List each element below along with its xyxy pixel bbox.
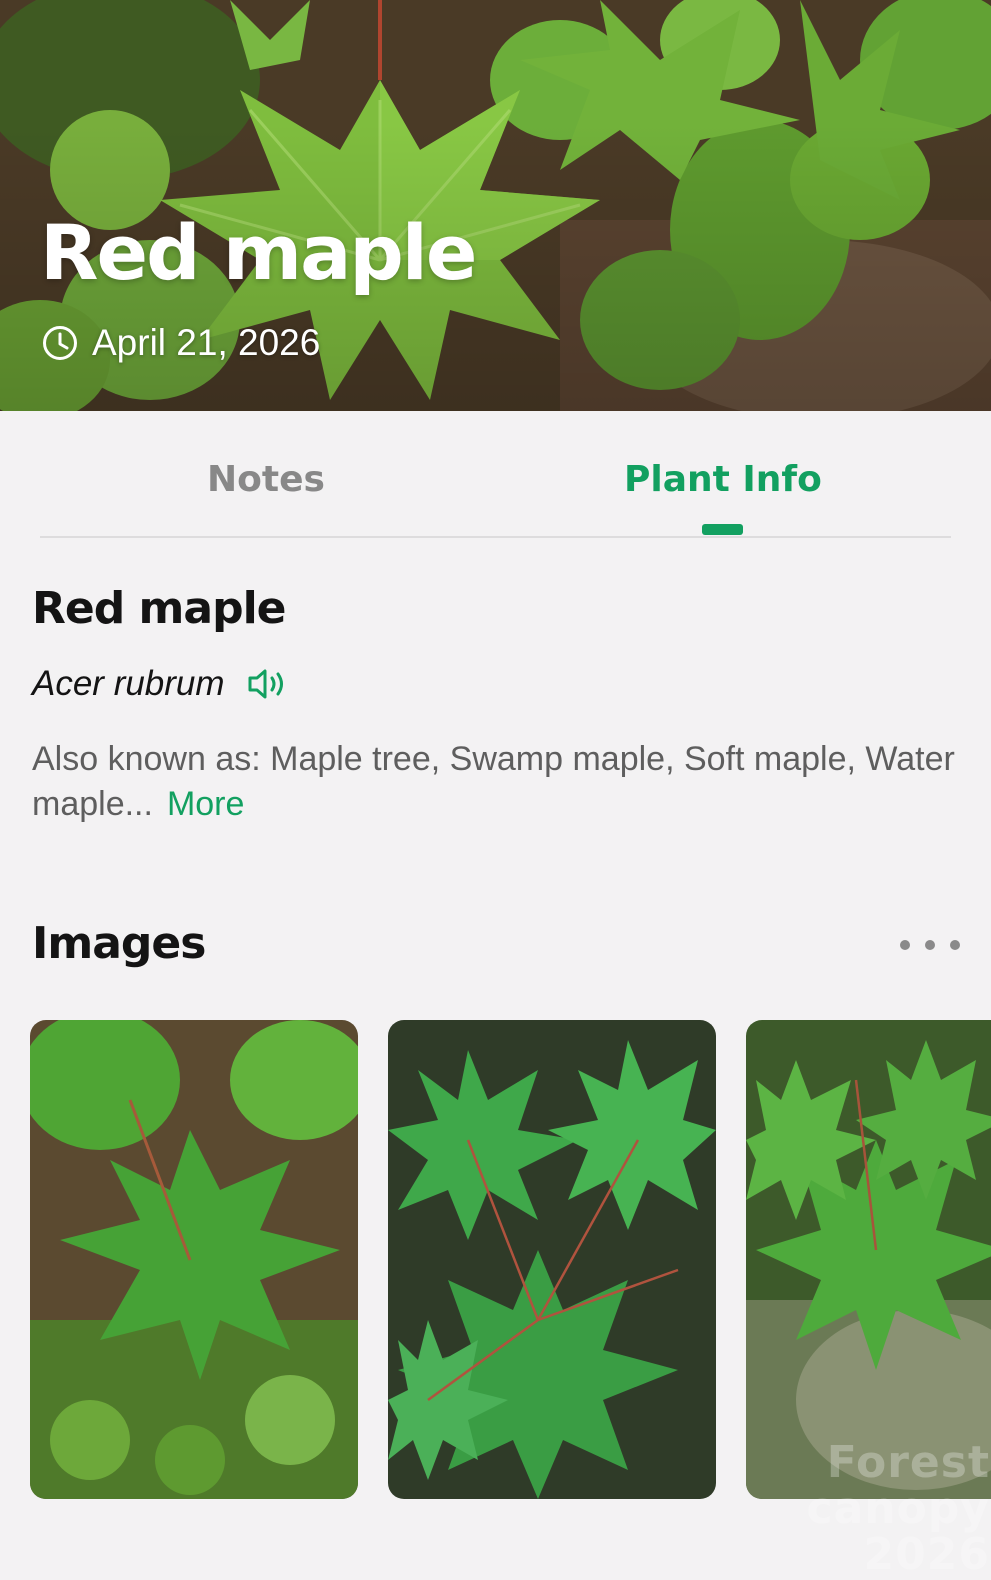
tab-plant-info[interactable]: Plant Info [624, 459, 822, 500]
scientific-name: Acer rubrum [32, 664, 225, 703]
plant-common-name: Red maple [32, 583, 286, 634]
clock-icon [43, 326, 77, 360]
more-link[interactable]: More [167, 785, 244, 823]
gallery-image-3[interactable] [746, 1020, 991, 1499]
also-known-as: Also known as: Maple tree, Swamp maple, … [32, 737, 962, 827]
tab-notes[interactable]: Notes [207, 459, 325, 500]
gallery-image-2[interactable] [388, 1020, 716, 1499]
image-gallery [0, 1020, 991, 1500]
hero-title: Red maple [40, 208, 477, 297]
active-tab-indicator [702, 524, 743, 535]
observation-date: April 21, 2026 [42, 322, 320, 364]
tab-bar: Notes Plant Info [0, 411, 991, 537]
more-horizontal-icon[interactable] [900, 932, 960, 958]
scientific-name-row: Acer rubrum [32, 664, 287, 704]
speaker-icon[interactable] [247, 667, 287, 701]
date-text: April 21, 2026 [92, 322, 321, 363]
images-section-title: Images [32, 918, 206, 969]
gallery-image-1[interactable] [30, 1020, 358, 1499]
tab-divider [40, 536, 951, 538]
hero-image: Red maple April 21, 2026 [0, 0, 991, 411]
watermark: Forest canopy 2026 [806, 1437, 990, 1580]
